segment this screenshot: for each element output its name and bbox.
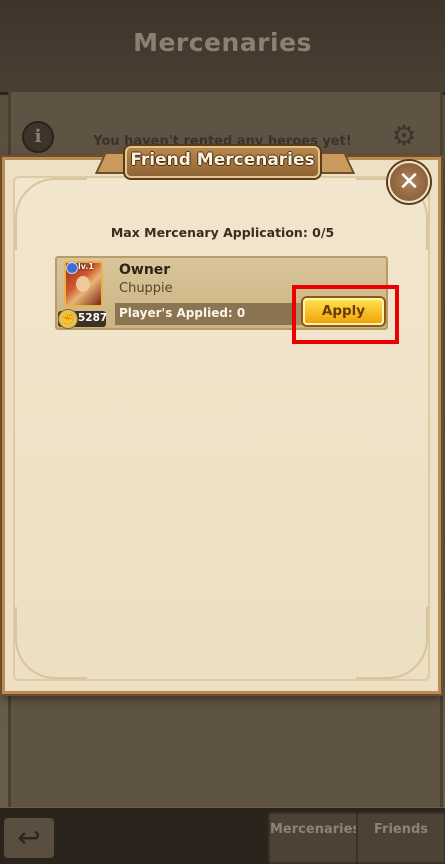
close-icon: ✕ (398, 167, 420, 197)
tab-friends[interactable]: Friends (356, 812, 445, 864)
gear-icon[interactable]: ⚙ (390, 122, 418, 150)
mercenary-role: Owner (119, 262, 171, 278)
back-arrow-icon[interactable]: ↩ (4, 818, 54, 858)
close-button[interactable]: ✕ (388, 161, 430, 203)
max-application-count: Max Mercenary Application: 0/5 (110, 225, 335, 240)
players-applied-count: Player's Applied: 0 (119, 306, 246, 320)
hero-face (76, 276, 90, 292)
element-badge-icon (66, 262, 78, 274)
fist-power-icon: ✊ (58, 309, 78, 329)
dialog-title: Friend Mercenaries (130, 150, 315, 170)
hero-level: lv.1 (78, 262, 94, 271)
power-value: 5287 (78, 312, 108, 324)
tab-mercenaries[interactable]: Mercenaries (268, 812, 360, 864)
dialog-body (13, 176, 430, 681)
mercenary-owner-name: Chuppie (119, 281, 173, 296)
info-icon[interactable]: i (22, 121, 54, 153)
screen-title: Mercenaries (133, 28, 312, 57)
highlight-box (292, 285, 399, 344)
